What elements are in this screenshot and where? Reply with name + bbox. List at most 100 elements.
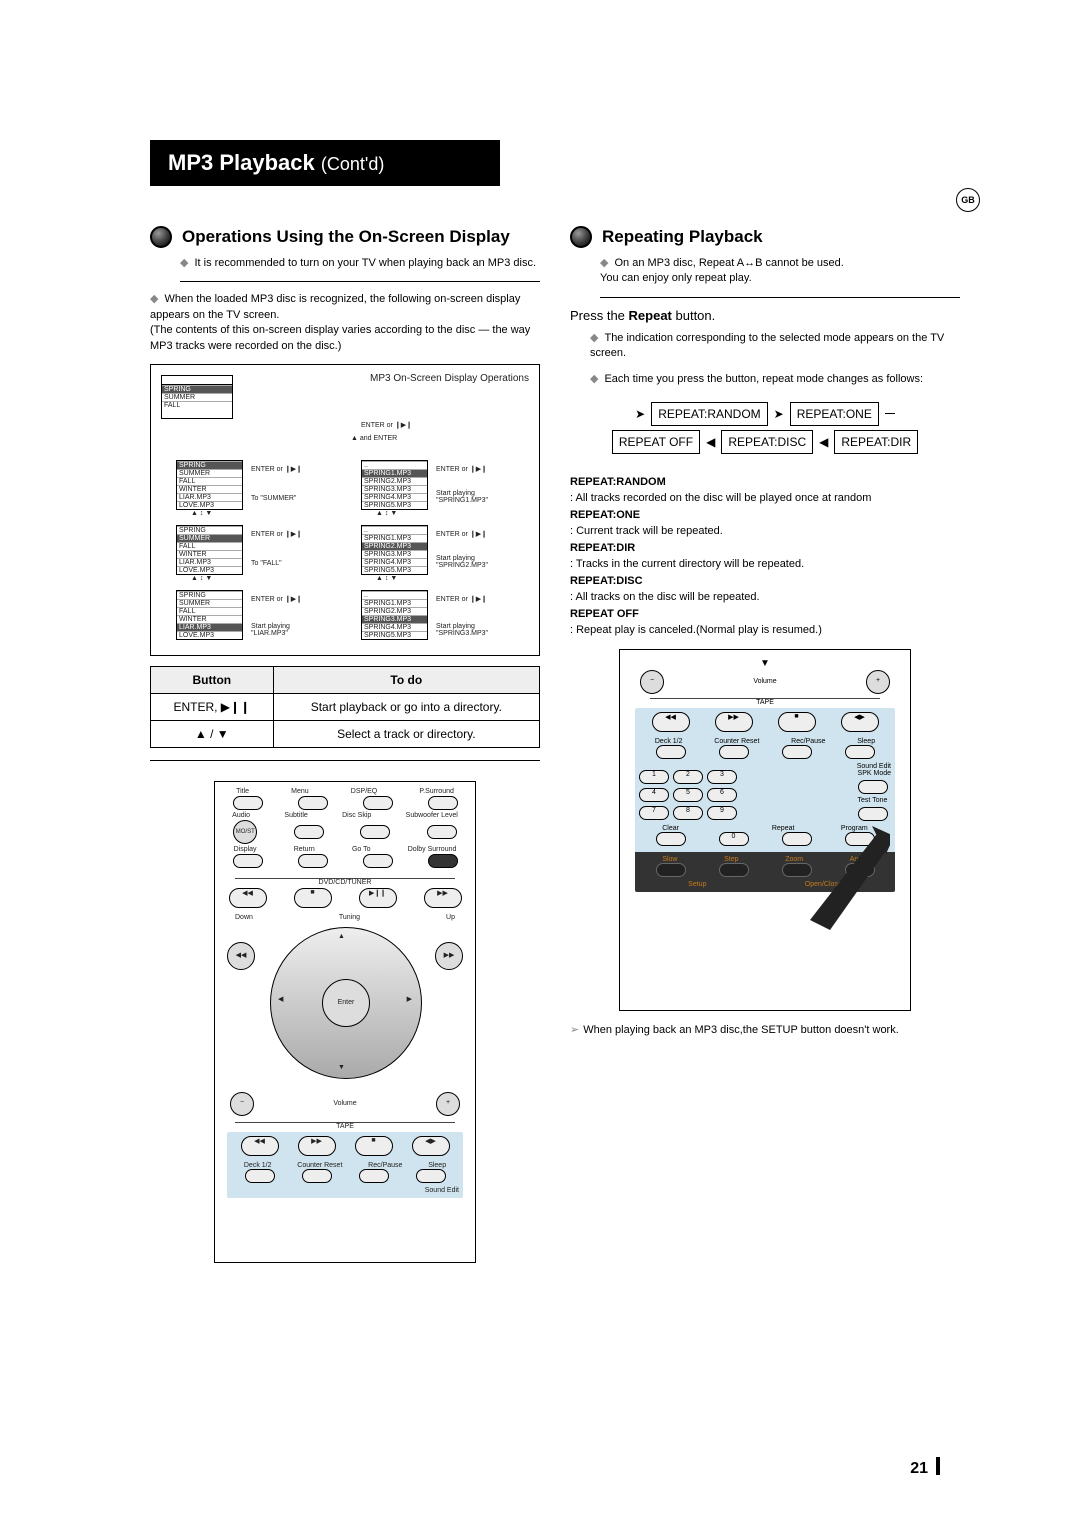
section-heading-text: Repeating Playback [602,227,763,247]
gb-badge: GB [956,188,980,212]
num-0: 0 [719,832,749,846]
remote-button [233,854,263,868]
section-heading-text: Operations Using the On-Screen Display [182,227,510,247]
volume-label: Volume [333,1100,356,1107]
repeat-definitions: REPEAT:RANDOM: All tracks recorded on th… [570,474,960,639]
remote-button [294,825,324,839]
enter-label: ENTER or ❙▶❙ [436,595,487,603]
note-indication: ◆The indication corresponding to the sel… [590,331,960,362]
note-repeat-ab: ◆On an MP3 disc, Repeat A↔B cannot be us… [600,256,960,287]
remote-button [428,854,458,868]
flow-repeat-disc: REPEAT:DISC [721,430,813,454]
num-5: 5 [673,788,703,802]
sound-edit-label: Sound Edit [231,1187,459,1194]
page-title: MP3 Playback [168,150,315,175]
button-table: Button To do ENTER, ▶❙❙ Start playback o… [150,666,540,748]
left-column: Operations Using the On-Screen Display ◆… [150,216,540,1263]
remote-button [233,796,263,810]
enter-label: ENTER or ❙▶❙ [251,465,302,473]
nav-and-enter: ▲ and ENTER [351,435,397,442]
page-number: 21 [910,1457,940,1478]
step-press-repeat: Press the Repeat button. [570,308,960,323]
right-column: Repeating Playback ◆On an MP3 disc, Repe… [570,216,960,1263]
to-fall: To "FALL" [251,560,282,567]
remote-illustration-large: Title Menu DSP/EQ P.Surround Audio Subti… [214,781,476,1263]
enter-label: ENTER or ❙▶❙ [361,421,412,429]
arrow-icon: ◀ [819,435,828,449]
num-9: 9 [707,806,737,820]
tape-label: TAPE [650,698,880,706]
section-heading-repeat: Repeating Playback [570,226,960,248]
arrow-icon: ➤ [635,407,645,421]
start-playing-1: Start playing "SPRING1.MP3" [436,490,488,504]
flow-repeat-random: REPEAT:RANDOM [651,402,767,426]
track-list: .. SPRING1.MP3 SPRING2.MP3 SPRING3.MP3 S… [361,460,428,510]
repeat-mode-flow: ➤ REPEAT:RANDOM ➤ REPEAT:ONE REPEAT OFF … [570,402,960,454]
remote-button [363,854,393,868]
page-title-bar: MP3 Playback (Cont'd) [150,140,500,186]
folder-list: SPRING SUMMER FALL WINTER LIAR.MP3 LOVE.… [176,590,243,640]
table-row: ENTER, ▶❙❙ Start playback or go into a d… [151,693,540,720]
enter-label: ENTER or ❙▶❙ [251,595,302,603]
to-summer: To "SUMMER" [251,495,296,502]
remote-button [427,825,457,839]
diamond-icon: ◆ [600,257,608,269]
start-playing-3: Start playing "LIAR.MP3" [251,623,290,637]
num-3: 3 [707,770,737,784]
bullet-icon [150,226,172,248]
osd-diagram: MP3 On-Screen Display Operations SPRING … [150,364,540,656]
remote-illustration-small: ▼ − Volume + TAPE ◀◀ ▶▶ ■ ◀▶ Deck 1/2 [619,649,911,1011]
callout-arrow [800,820,890,930]
osd-panel: SPRING SUMMER FALL [161,375,233,419]
flow-repeat-one: REPEAT:ONE [790,402,879,426]
triangle-icon: ➢ [570,1024,579,1036]
num-7: 7 [639,806,669,820]
updown-icon: ▲ ↕ ▼ [191,510,212,517]
flow-repeat-off: REPEAT OFF [612,430,700,454]
footnote-setup: ➢When playing back an MP3 disc,the SETUP… [570,1023,960,1036]
diagram-title: MP3 On-Screen Display Operations [370,373,529,384]
enter-label: ENTER or ❙▶❙ [251,530,302,538]
section-heading-osd: Operations Using the On-Screen Display [150,226,540,248]
folder-list: SPRING SUMMER FALL WINTER LIAR.MP3 LOVE.… [176,460,243,510]
remote-button [298,854,328,868]
updown-icon: ▲ ↕ ▼ [191,575,212,582]
enter-label: ENTER or ❙▶❙ [436,465,487,473]
num-1: 1 [639,770,669,784]
updown-icon: ▲ ↕ ▼ [376,510,397,517]
flow-repeat-dir: REPEAT:DIR [834,430,918,454]
num-6: 6 [707,788,737,802]
note-disc-recognized: ◆When the loaded MP3 disc is recognized,… [150,292,540,354]
remote-button [428,796,458,810]
col-todo: To do [273,666,539,693]
manual-page: GB MP3 Playback (Cont'd) Operations Usin… [0,0,1080,1528]
track-list: .. SPRING1.MP3 SPRING2.MP3 SPRING3.MP3 S… [361,525,428,575]
diamond-icon: ◆ [590,332,598,344]
updown-icon: ▲ ↕ ▼ [376,575,397,582]
volume-label: Volume [753,678,776,685]
diamond-icon: ◆ [180,257,188,269]
most-button: MO/ST [233,820,257,844]
start-playing-2: Start playing "SPRING2.MP3" [436,555,488,569]
col-button: Button [151,666,274,693]
arrow-icon: ➤ [774,407,784,421]
num-4: 4 [639,788,669,802]
sound-edit-label: Sound Edit [639,763,891,770]
folder-list: SPRING SUMMER FALL WINTER LIAR.MP3 LOVE.… [176,525,243,575]
table-header-row: Button To do [151,666,540,693]
note-tv-on: ◆It is recommended to turn on your TV wh… [180,256,540,271]
diamond-icon: ◆ [590,373,598,385]
tape-label: TAPE [235,1122,455,1130]
enter-button: Enter [322,979,370,1027]
track-list: .. SPRING1.MP3 SPRING2.MP3 SPRING3.MP3 S… [361,590,428,640]
note-each-press: ◆Each time you press the button, repeat … [590,372,960,387]
remote-button [363,796,393,810]
arrow-icon: ◀ [706,435,715,449]
num-8: 8 [673,806,703,820]
start-playing-4: Start playing "SPRING3.MP3" [436,623,488,637]
forward-button: ▶▶ [435,942,463,970]
rewind-button: ◀◀ [227,942,255,970]
remote-button [298,796,328,810]
tape-controls-zone: ◀◀ ▶▶ ■ ◀▶ Deck 1/2 Counter Reset Rec/Pa… [227,1132,463,1198]
table-row: ▲ / ▼ Select a track or directory. [151,720,540,747]
